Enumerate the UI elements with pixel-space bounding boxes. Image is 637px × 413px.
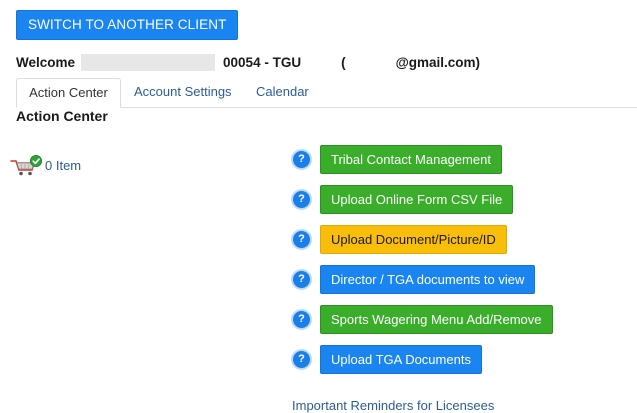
client-code: 00054 - TGU [223, 54, 302, 70]
cart-count: 0 Item [45, 158, 82, 173]
help-icon[interactable]: ? [291, 229, 312, 250]
action-row-upload-document: ? Upload Document/Picture/ID [290, 225, 553, 254]
welcome-label: Welcome [16, 54, 76, 70]
redacted-name [81, 53, 216, 71]
upload-tga-documents-button[interactable]: Upload TGA Documents [320, 345, 482, 374]
help-icon[interactable]: ? [291, 189, 312, 210]
tab-account-settings[interactable]: Account Settings [134, 78, 232, 107]
tribal-contact-management-button[interactable]: Tribal Contact Management [320, 145, 502, 174]
action-list: ? Tribal Contact Management ? Upload Onl… [290, 145, 553, 385]
page-title: Action Center [16, 108, 108, 124]
tab-bar: Action Center Account Settings Calendar [16, 78, 637, 108]
welcome-line: Welcome 00054 - TGU ( @gmail.com) [16, 53, 480, 71]
director-tga-documents-button[interactable]: Director / TGA documents to view [320, 265, 536, 294]
help-icon[interactable]: ? [291, 309, 312, 330]
upload-document-picture-id-button[interactable]: Upload Document/Picture/ID [320, 225, 507, 254]
action-row-tribal-contact: ? Tribal Contact Management [290, 145, 553, 174]
action-row-upload-tga: ? Upload TGA Documents [290, 345, 553, 374]
help-icon[interactable]: ? [291, 349, 312, 370]
sports-wagering-menu-button[interactable]: Sports Wagering Menu Add/Remove [320, 305, 553, 334]
help-icon[interactable]: ? [291, 149, 312, 170]
action-row-director-docs: ? Director / TGA documents to view [290, 265, 553, 294]
email-open-paren: ( [341, 54, 346, 70]
switch-client-button[interactable]: SWITCH TO ANOTHER CLIENT [16, 10, 239, 40]
action-row-sports-wagering: ? Sports Wagering Menu Add/Remove [290, 305, 553, 334]
cart-check-icon [10, 155, 42, 176]
help-icon[interactable]: ? [291, 269, 312, 290]
action-row-upload-csv: ? Upload Online Form CSV File [290, 185, 553, 214]
email-domain: @gmail.com) [395, 54, 481, 70]
tab-calendar[interactable]: Calendar [256, 78, 309, 107]
upload-online-form-csv-button[interactable]: Upload Online Form CSV File [320, 185, 514, 214]
cart-link[interactable]: 0 Item [10, 155, 81, 177]
tab-action-center[interactable]: Action Center [16, 78, 121, 108]
